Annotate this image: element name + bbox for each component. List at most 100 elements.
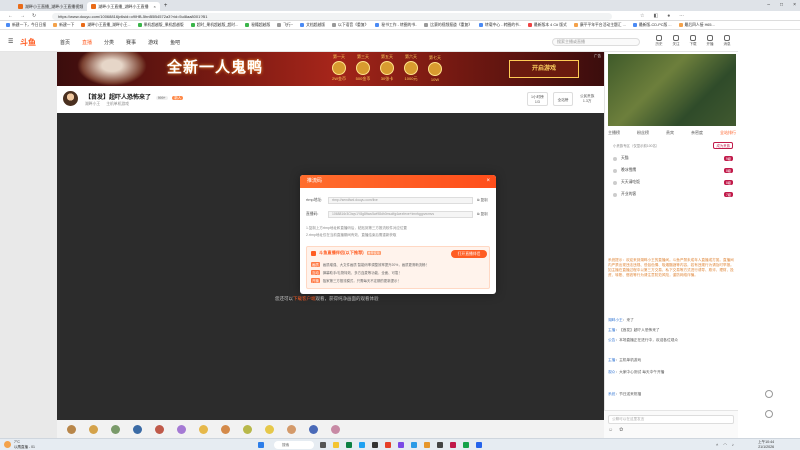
- task-view-icon[interactable]: [320, 442, 326, 448]
- chrome-icon[interactable]: [346, 442, 352, 448]
- close-icon[interactable]: ×: [153, 4, 155, 9]
- star-icon[interactable]: ☆: [640, 13, 644, 19]
- rank-row[interactable]: 晚冰雪鹰 8级: [613, 168, 733, 173]
- banner-cta-button[interactable]: 开启游戏: [509, 60, 579, 78]
- app-icon[interactable]: [372, 442, 378, 448]
- window-close-icon[interactable]: ×: [793, 2, 796, 8]
- category-link[interactable]: 主机单机游戏: [106, 102, 129, 107]
- douyu-logo[interactable]: 斗鱼: [20, 37, 36, 48]
- site-rank-button[interactable]: 全站榜: [553, 92, 573, 106]
- download-client-link[interactable]: 下载客户端: [293, 296, 316, 301]
- app-icon[interactable]: [385, 442, 391, 448]
- stream-key-field[interactable]: 1068816r3Cbqv1Y8g8ftwu5wi98dh0mudfg4wrzf…: [328, 211, 473, 218]
- bookmark[interactable]: 果机超越版_果机超越版: [137, 23, 184, 28]
- gift-icon[interactable]: [331, 424, 340, 434]
- follow-button[interactable]: 关注: [669, 35, 683, 47]
- gift-icon[interactable]: [133, 424, 142, 434]
- bookmark[interactable]: 新建一下: [53, 23, 74, 28]
- hour-rank-button[interactable]: 1小时榜 1/3: [527, 92, 548, 106]
- minimize-icon[interactable]: –: [767, 2, 770, 8]
- search-input[interactable]: 搜索主播或直播: [552, 38, 640, 46]
- gift-icon[interactable]: [67, 424, 76, 434]
- bookmark[interactable]: 最新版本 4 C# 版式: [527, 23, 567, 28]
- open-companion-button[interactable]: 打开直播伴侣: [451, 250, 487, 258]
- maximize-icon[interactable]: □: [780, 2, 783, 8]
- file-explorer-icon[interactable]: [333, 442, 339, 448]
- app-icon[interactable]: [411, 442, 417, 448]
- tab-anchor-rank[interactable]: 主播榜: [608, 130, 620, 136]
- wifi-icon[interactable]: ◠: [723, 442, 727, 447]
- menu-icon[interactable]: ⋯: [679, 13, 684, 19]
- nav-live[interactable]: 直播: [82, 39, 92, 46]
- browser-tab[interactable]: 湖畔小王直播_湖畔小王直播视频: [14, 2, 87, 11]
- tab-vip[interactable]: 贵宾: [666, 130, 674, 136]
- ad-banner[interactable]: 全新一人鬼鸭 第一天 2W金币 第三天 500金币 第五天 30张卡 第六天 1000元…: [57, 52, 604, 86]
- tray-chevron-icon[interactable]: ˄: [716, 442, 718, 447]
- gift-icon[interactable]: [111, 424, 120, 434]
- bookmark[interactable]: 秘籍超越版: [245, 23, 270, 28]
- system-clock[interactable]: 上午10:44 21/1/2026: [758, 440, 774, 449]
- bookmark[interactable]: 文档超越版: [300, 23, 325, 28]
- app-icon[interactable]: [476, 442, 482, 448]
- emoji-icon[interactable]: ☺: [608, 427, 613, 433]
- weather-widget[interactable]: 7°C 以鹰直播 - 01: [4, 440, 35, 449]
- become-noble-button[interactable]: 成为贵族: [713, 142, 733, 149]
- app-icon[interactable]: [424, 442, 430, 448]
- new-tab-icon[interactable]: +: [164, 3, 168, 9]
- share-icon[interactable]: [765, 410, 773, 418]
- windows-start-icon[interactable]: [258, 442, 264, 448]
- nav-category[interactable]: 分类: [104, 39, 114, 46]
- copy-key-button[interactable]: ⧉ 复制: [477, 212, 488, 217]
- fans-info[interactable]: 公民贵族 1.3万: [577, 92, 597, 106]
- start-live-button[interactable]: 开播: [703, 35, 717, 47]
- mini-game-preview[interactable]: [608, 54, 736, 126]
- gift-icon[interactable]: [155, 424, 164, 434]
- back-icon[interactable]: ←: [8, 13, 13, 19]
- tab-intimacy[interactable]: 亲密度: [691, 130, 703, 136]
- nav-home[interactable]: 首页: [60, 39, 70, 46]
- rank-row[interactable]: 开业的客 7级: [613, 192, 733, 197]
- app-icon[interactable]: [398, 442, 404, 448]
- rank-row[interactable]: 天猫 9级: [613, 156, 733, 161]
- extension-icon[interactable]: ◧: [653, 13, 658, 19]
- nav-fishbar[interactable]: 鱼吧: [170, 39, 180, 46]
- gift-icon[interactable]: [287, 424, 296, 434]
- gift-icon[interactable]: [221, 424, 230, 434]
- gift-icon[interactable]: [243, 424, 252, 434]
- bookmark[interactable]: 飞行~: [277, 23, 293, 28]
- bookmark[interactable]: 比赛的视频报道《重复》: [424, 23, 472, 28]
- gift-icon[interactable]: [199, 424, 208, 434]
- app-icon[interactable]: [437, 442, 443, 448]
- bookmark[interactable]: 秘书工作 - 转圈的书..: [375, 23, 417, 28]
- gift-icon[interactable]: [265, 424, 274, 434]
- app-icon[interactable]: [463, 442, 469, 448]
- browser-tab-active[interactable]: 湖畔小王直播_湖畔小王直播 ×: [87, 2, 160, 11]
- bookmark[interactable]: 最新版-CD-PC版 ...: [632, 23, 672, 28]
- volume-icon[interactable]: ♪: [732, 442, 734, 447]
- bookmark[interactable]: 以下语音《重复》: [332, 23, 368, 28]
- tab-site-rank[interactable]: 全站排行: [720, 130, 736, 136]
- app-icon[interactable]: [450, 442, 456, 448]
- hamburger-icon[interactable]: ☰: [8, 38, 13, 45]
- gift-icon[interactable]: [89, 424, 98, 434]
- download-button[interactable]: 下载: [686, 35, 700, 47]
- chat-input[interactable]: 公聊可以在这里发言: [608, 415, 734, 424]
- bookmark[interactable]: 最后四人接 H65...: [678, 23, 715, 28]
- nav-esports[interactable]: 赛事: [126, 39, 136, 46]
- rank-row[interactable]: 天天请吃饭 8级: [613, 180, 733, 185]
- url-field[interactable]: https://www.douyu.com/10068816jv6sid=o9l…: [52, 12, 612, 20]
- message-button[interactable]: 消息: [720, 35, 734, 47]
- tab-fans-rank[interactable]: 粉丝榜: [637, 130, 649, 136]
- edge-icon[interactable]: [359, 442, 365, 448]
- rtmp-address-field[interactable]: rtmp://sendfwd.douyu.com/live: [328, 197, 473, 204]
- bookmark[interactable]: 新建一下，今日日报: [6, 23, 46, 28]
- taskbar-search[interactable]: 搜索: [274, 441, 314, 449]
- gift-icon[interactable]: [177, 424, 186, 434]
- close-icon[interactable]: ×: [486, 175, 490, 188]
- profile-icon[interactable]: ●: [667, 13, 670, 19]
- bookmark[interactable]: 康平平年平台活动主题汇 ...: [573, 23, 626, 28]
- reload-icon[interactable]: ↻: [32, 13, 36, 19]
- gift-icon[interactable]: [309, 424, 318, 434]
- help-icon[interactable]: [765, 390, 773, 398]
- copy-rtmp-button[interactable]: ⧉ 复制: [477, 198, 488, 203]
